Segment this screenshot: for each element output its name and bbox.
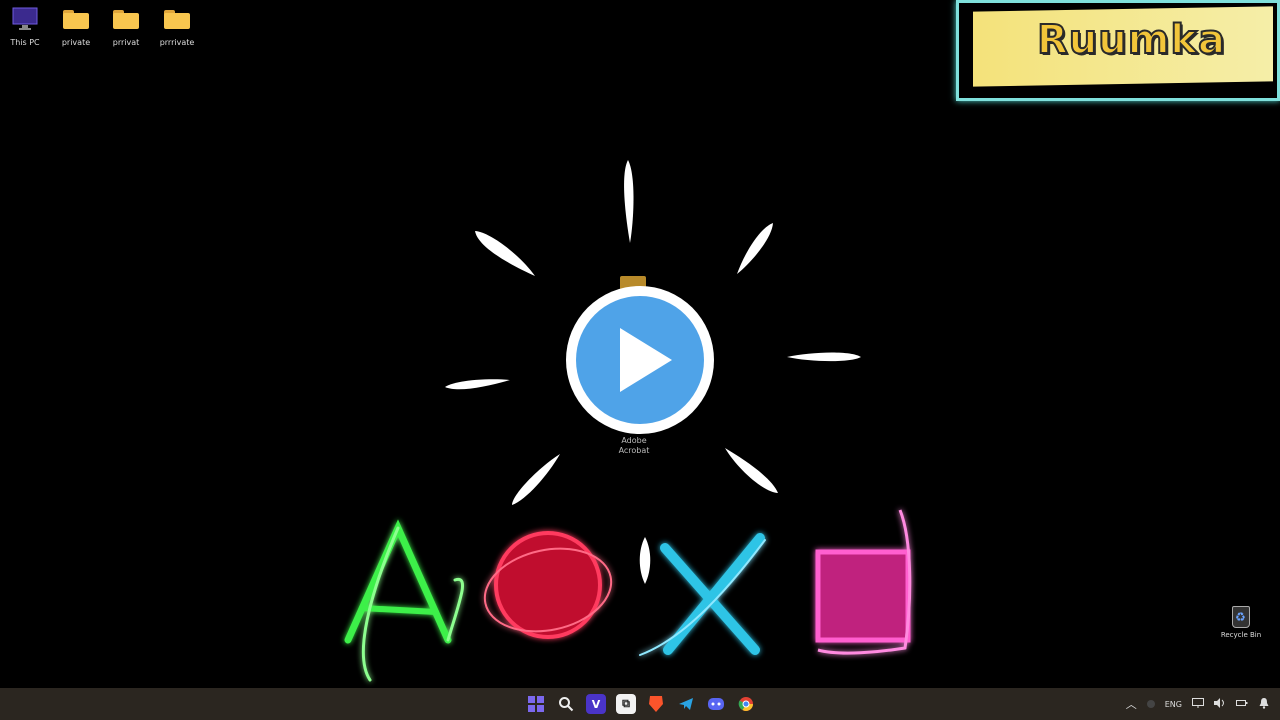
chrome-icon[interactable]: [736, 694, 756, 714]
network-icon[interactable]: [1146, 700, 1155, 708]
system-tray: ︿ ENG: [1126, 696, 1270, 712]
chevron-up-icon[interactable]: ︿: [1126, 696, 1137, 712]
telegram-icon[interactable]: [676, 694, 696, 714]
notification-icon[interactable]: [1258, 697, 1270, 711]
square-symbol-icon: [815, 509, 912, 655]
language-indicator[interactable]: ENG: [1165, 700, 1182, 709]
taskbar-apps: V ⧉: [526, 694, 756, 714]
app-icon[interactable]: ⧉: [616, 694, 636, 714]
volume-icon[interactable]: [1214, 698, 1226, 710]
search-icon[interactable]: [556, 694, 576, 714]
circle-symbol-icon: [483, 531, 613, 639]
start-icon[interactable]: [526, 694, 546, 714]
recycle-bin-icon: [1232, 606, 1250, 628]
taskbar: V ⧉ ︿ ENG: [0, 688, 1280, 720]
discord-icon[interactable]: [706, 694, 726, 714]
brave-icon[interactable]: [646, 694, 666, 714]
vpn-app-icon[interactable]: V: [586, 694, 606, 714]
desktop-icon-recycle-bin[interactable]: Recycle Bin: [1218, 606, 1264, 639]
display-icon[interactable]: [1192, 698, 1204, 710]
battery-icon[interactable]: [1236, 698, 1248, 710]
cross-symbol-icon: [639, 533, 766, 656]
triangle-symbol-icon: [344, 519, 464, 682]
neon-symbols: [344, 509, 912, 682]
recycle-bin-label: Recycle Bin: [1220, 631, 1262, 639]
